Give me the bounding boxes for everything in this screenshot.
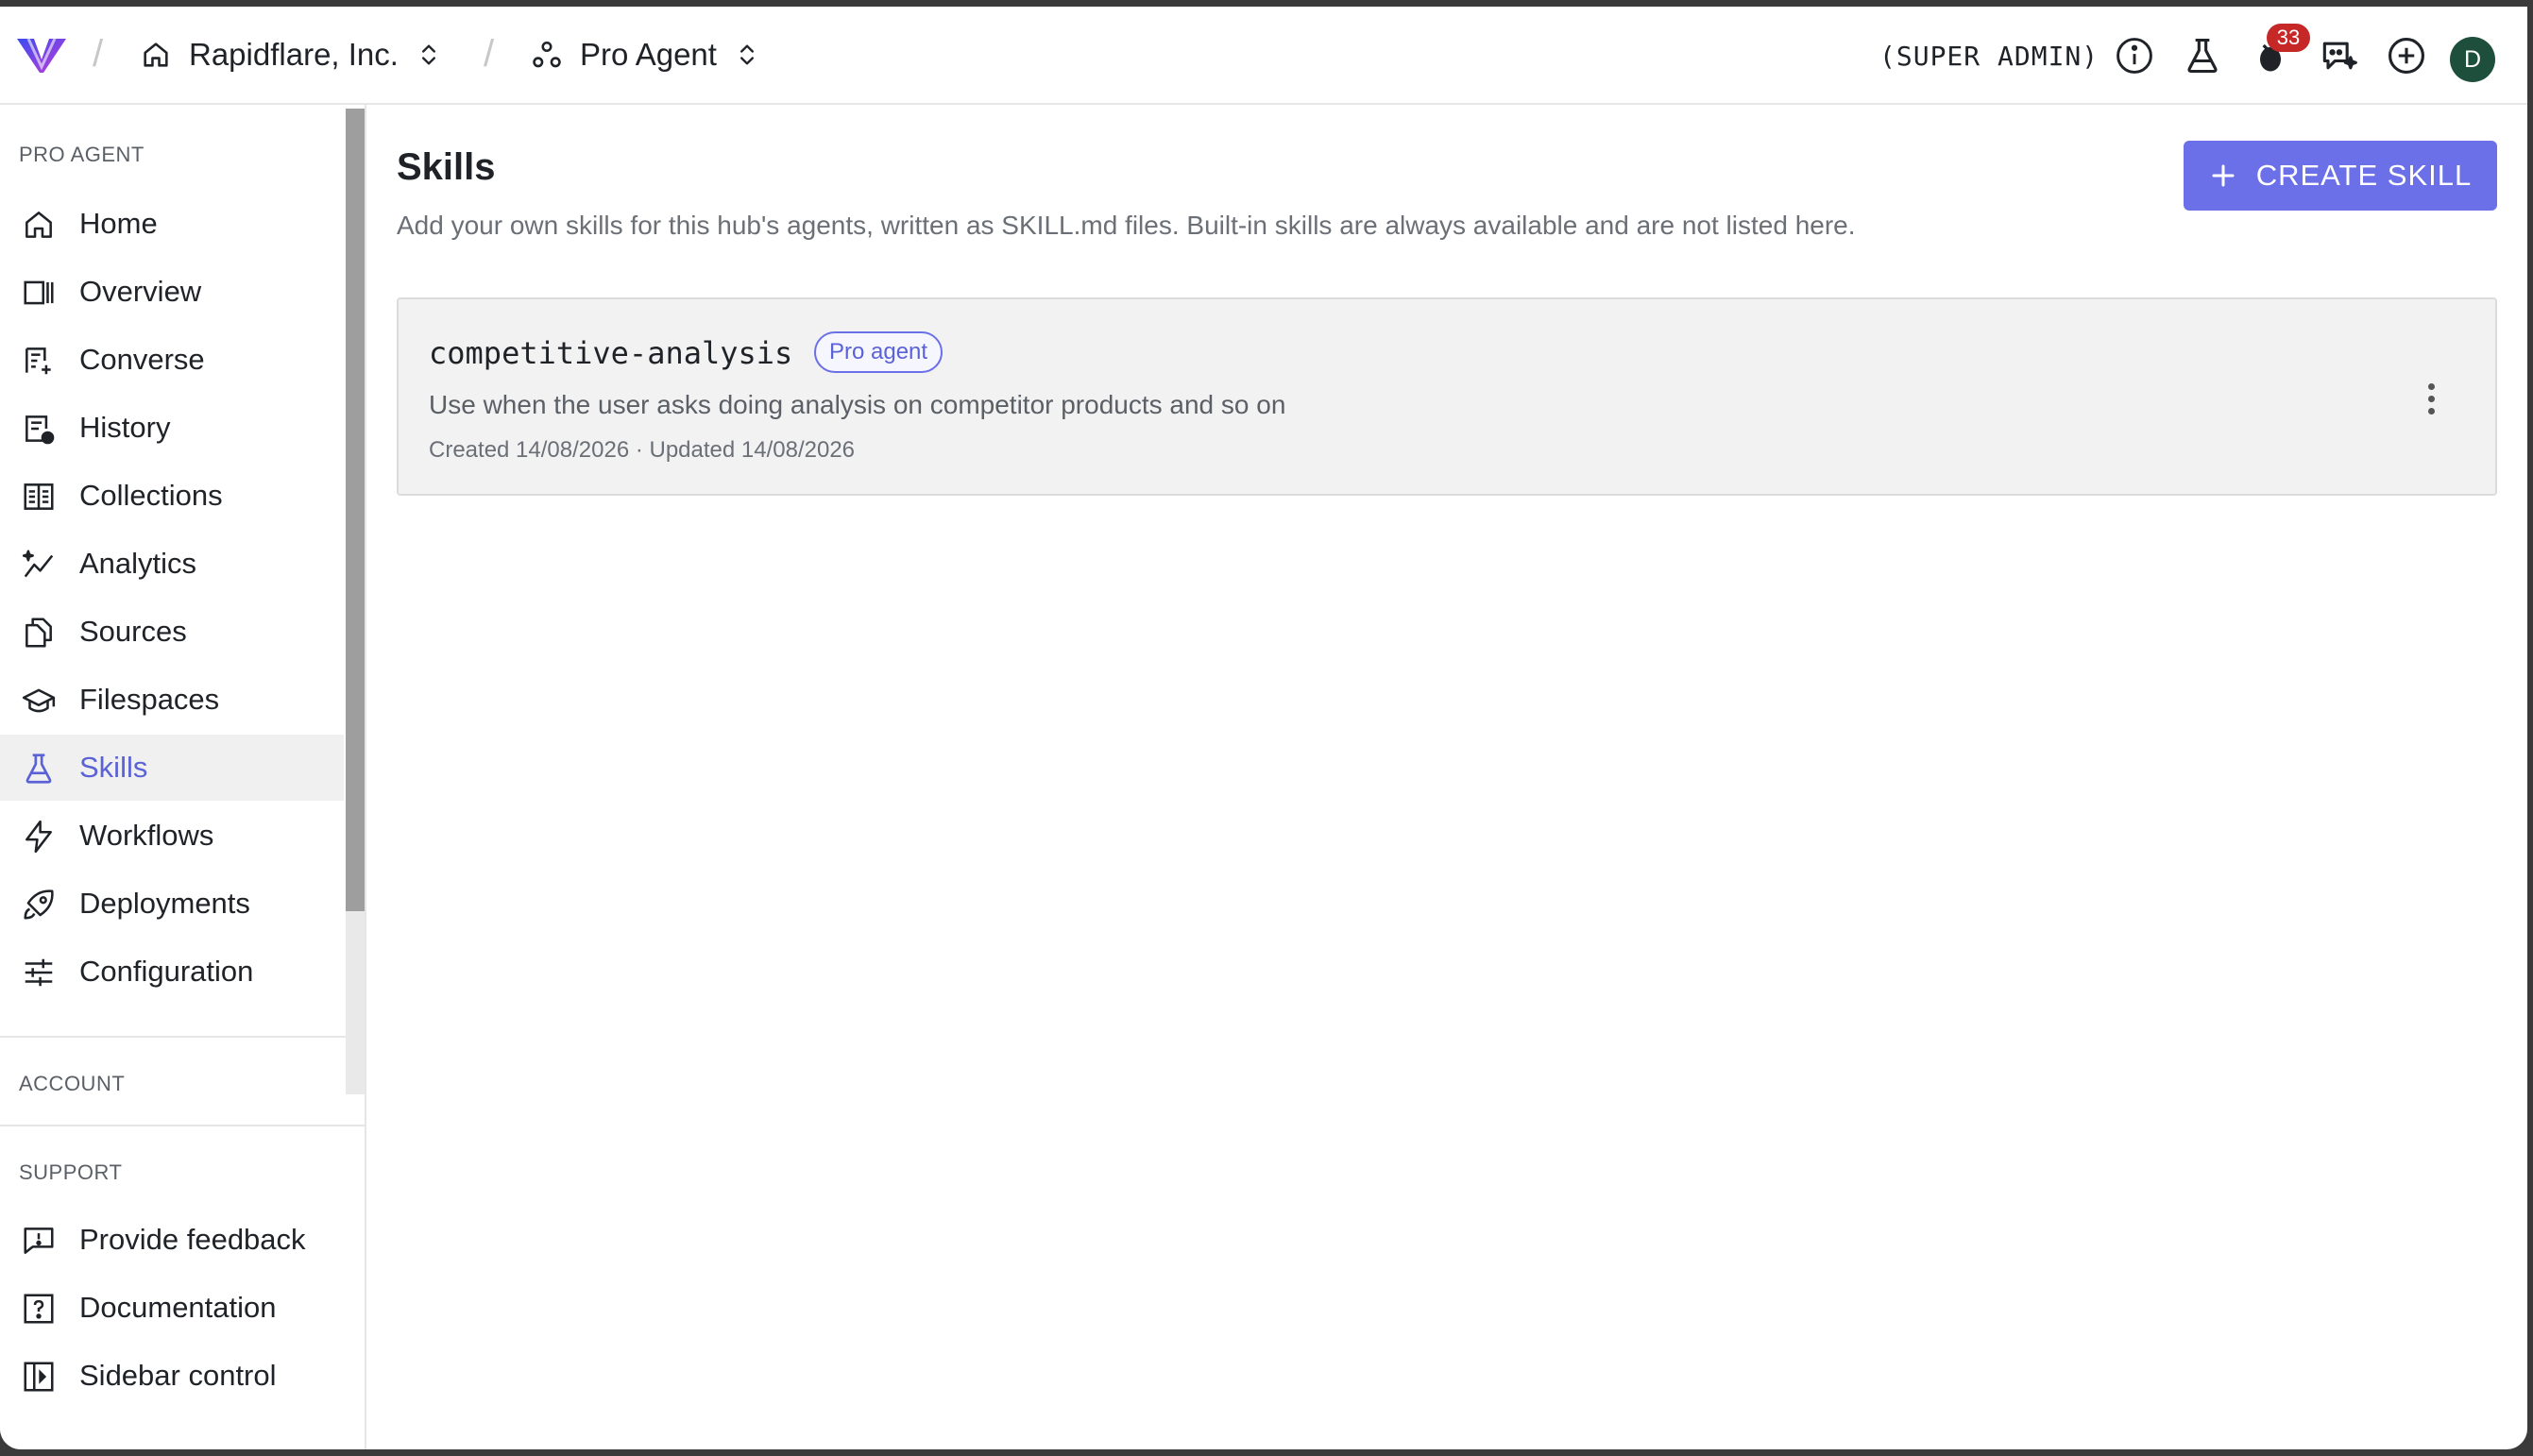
user-avatar[interactable]: D (2450, 37, 2495, 82)
plus-circle-icon[interactable] (2386, 35, 2427, 76)
sidebar-item-collections[interactable]: Collections (0, 463, 344, 529)
sidebar-item-label: Provide feedback (79, 1223, 306, 1256)
sidebar-item-documentation[interactable]: Documentation (0, 1275, 344, 1341)
sidebar-item-label: Filespaces (79, 683, 220, 716)
sidebar-item-filespaces[interactable]: Filespaces (0, 667, 344, 733)
agent-name: Pro Agent (580, 37, 717, 72)
plus-icon (2212, 164, 2235, 187)
app-window: / Rapidflare, Inc. / Pro Agent (SUPER AD… (0, 7, 2527, 1449)
sidebar-item-overview[interactable]: Overview (0, 259, 344, 325)
app-logo-icon[interactable] (15, 31, 68, 76)
create-skill-button[interactable]: CREATE SKILL (2184, 141, 2497, 211)
sidebar-scroll-area: PRO AGENT Home Overview Converse History… (0, 105, 365, 1094)
sidebar-item-label: Deployments (79, 887, 250, 920)
chevron-updown-icon (740, 44, 754, 65)
history-icon (26, 415, 55, 445)
sidebar-divider (0, 1125, 365, 1126)
sidebar-item-label: Documentation (79, 1291, 277, 1324)
chevron-updown-icon (421, 44, 435, 65)
overview-icon (24, 280, 54, 305)
sidebar-item-label: Configuration (79, 955, 254, 988)
analytics-icon (22, 550, 54, 578)
sidebar-item-deployments[interactable]: Deployments (0, 871, 344, 937)
sidebar-item-label: Overview (79, 275, 202, 308)
sidebar-item-label: Collections (79, 479, 223, 512)
rocket-icon (24, 889, 54, 920)
sidebar-item-label: Sidebar control (79, 1359, 277, 1392)
top-header: / Rapidflare, Inc. / Pro Agent (SUPER AD… (0, 7, 2527, 105)
skill-timestamps: Created 14/08/2026 · Updated 14/08/2026 (429, 437, 856, 463)
sidebar-item-provide-feedback[interactable]: Provide feedback (0, 1207, 344, 1273)
section-heading-account: ACCOUNT (19, 1072, 126, 1094)
org-switcher[interactable]: Rapidflare, Inc. (140, 31, 442, 78)
skill-description: Use when the user asks doing analysis on… (429, 390, 1286, 419)
sidebar: PRO AGENT Home Overview Converse History… (0, 105, 366, 1449)
sidebar-item-label: Home (79, 207, 158, 240)
sidebar-item-skills[interactable]: Skills (0, 735, 344, 801)
breadcrumb-separator: / (93, 33, 104, 75)
sidebar-icon (24, 1362, 54, 1392)
skill-card[interactable]: competitive-analysis Pro agent Use when … (397, 297, 2497, 496)
converse-icon (26, 347, 51, 375)
page-title: Skills (397, 146, 496, 188)
sidebar-item-label: Sources (79, 615, 187, 648)
role-label: (SUPER ADMIN) (1879, 41, 2100, 72)
notification-badge: 33 (2267, 24, 2310, 52)
lightning-icon (26, 820, 52, 854)
sidebar-item-label: Converse (79, 343, 205, 376)
home-icon (144, 42, 168, 67)
sidebar-item-label: Analytics (79, 547, 197, 580)
sidebar-scrollbar-thumb[interactable] (346, 109, 365, 911)
sidebar-item-sidebar-control[interactable]: Sidebar control (0, 1343, 344, 1409)
home-icon (26, 212, 52, 238)
flask-icon (26, 753, 52, 784)
skill-name: competitive-analysis (429, 335, 793, 371)
create-skill-label: CREATE SKILL (2255, 159, 2473, 192)
help-icon (24, 1294, 54, 1324)
main-content: Skills Add your own skills for this hub'… (366, 105, 2527, 1449)
sidebar-item-configuration[interactable]: Configuration (0, 939, 344, 1005)
sliders-icon (25, 958, 53, 987)
feedback-icon (24, 1227, 54, 1254)
sidebar-item-home[interactable]: Home (0, 191, 344, 257)
sidebar-item-label: Skills (79, 751, 148, 784)
flask-icon[interactable] (2182, 35, 2223, 76)
section-heading-pro-agent: PRO AGENT (19, 143, 144, 166)
sidebar-divider (0, 1036, 346, 1038)
sidebar-item-label: History (79, 411, 171, 444)
org-name: Rapidflare, Inc. (189, 37, 399, 72)
skill-scope-badge: Pro agent (814, 331, 944, 373)
collections-icon (24, 483, 54, 510)
sidebar-item-analytics[interactable]: Analytics (0, 531, 344, 597)
sidebar-item-label: Workflows (79, 819, 214, 852)
sidebar-item-workflows[interactable]: Workflows (0, 803, 344, 869)
sidebar-item-sources[interactable]: Sources (0, 599, 344, 665)
sidebar-item-history[interactable]: History (0, 395, 344, 461)
more-options-icon[interactable] (2410, 373, 2452, 424)
agent-nodes-icon (533, 41, 561, 68)
sidebar-item-converse[interactable]: Converse (0, 327, 344, 393)
ai-chat-icon[interactable] (2318, 35, 2359, 76)
page-description: Add your own skills for this hub's agent… (397, 211, 1856, 240)
info-icon[interactable] (2114, 35, 2155, 76)
agent-switcher[interactable]: Pro Agent (531, 31, 760, 78)
section-heading-support: SUPPORT (19, 1160, 123, 1184)
filespaces-icon (22, 688, 56, 713)
sources-icon (26, 618, 52, 648)
breadcrumb-separator: / (484, 33, 495, 75)
